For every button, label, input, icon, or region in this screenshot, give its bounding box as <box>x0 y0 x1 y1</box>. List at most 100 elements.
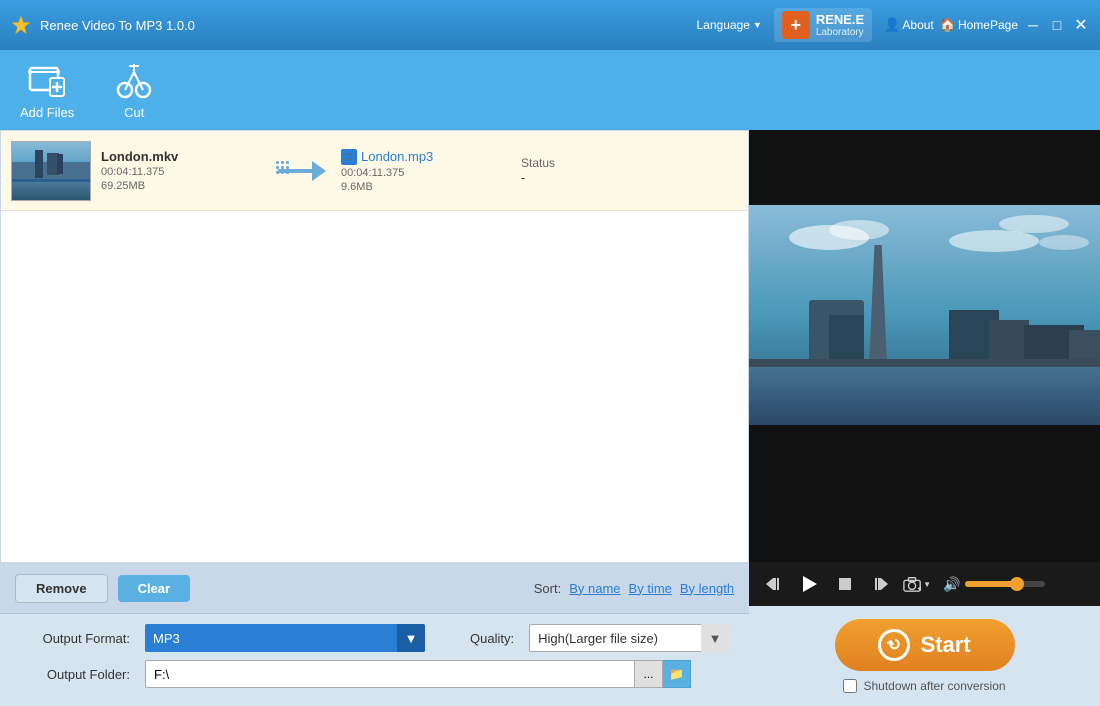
video-frame <box>749 205 1100 425</box>
output-duration: 00:04:11.375 <box>341 167 521 179</box>
renee-name-text: RENE.E <box>816 12 864 27</box>
camera-dropdown-arrow-icon: ▼ <box>923 580 931 589</box>
cut-button[interactable]: Cut <box>114 61 154 120</box>
minimize-button[interactable]: ─ <box>1024 16 1042 34</box>
close-button[interactable]: ✕ <box>1072 16 1090 34</box>
output-format-label: Output Format: <box>20 631 130 646</box>
refresh-icon: ↻ <box>878 629 910 661</box>
volume-icon: 🔊 <box>943 576 960 593</box>
video-black-bottom <box>749 425 1100 500</box>
add-files-label: Add Files <box>20 105 74 120</box>
homepage-button[interactable]: 🏠 HomePage <box>940 17 1018 33</box>
camera-button[interactable]: ▼ <box>903 570 931 598</box>
stop-button[interactable] <box>831 570 859 598</box>
sort-by-time-button[interactable]: By time <box>629 581 672 596</box>
file-thumbnail <box>11 141 91 201</box>
clear-button[interactable]: Clear <box>118 575 191 602</box>
cloud-2 <box>829 220 889 240</box>
start-area: ↻ Start Shutdown after conversion <box>749 606 1100 706</box>
about-button[interactable]: 👤 About <box>884 17 934 33</box>
output-file-info: 🎵 London.mp3 00:04:11.375 9.6MB <box>341 149 521 193</box>
status-value: - <box>521 170 738 185</box>
mp3-file-icon: 🎵 <box>341 149 357 165</box>
app-title: Renee Video To MP3 1.0.0 <box>40 18 195 33</box>
app-logo-icon <box>10 14 32 36</box>
about-person-icon: 👤 <box>884 17 900 33</box>
volume-fill <box>965 581 1017 587</box>
add-files-button[interactable]: Add Files <box>20 61 74 120</box>
format-select[interactable]: MP3 AAC OGG <box>145 624 425 652</box>
start-label: Start <box>920 632 970 658</box>
quality-select[interactable]: High(Larger file size) Medium Low(Smalle… <box>529 624 729 652</box>
file-controls-bar: Remove Clear Sort: By name By time By le… <box>0 563 749 613</box>
embankment <box>749 359 1100 367</box>
language-button[interactable]: Language ▼ <box>697 18 762 32</box>
remove-button[interactable]: Remove <box>15 574 108 603</box>
status-label: Status <box>521 156 738 170</box>
renee-logo-text: RENE.E Laboratory <box>816 12 864 38</box>
folder-input-wrapper: ... 📁 <box>145 660 691 688</box>
right-panel: ▼ 🔊 ↻ Start Shutdown after conversion <box>749 130 1100 706</box>
file-list: London.mkv 00:04:11.375 69.25MB <box>0 130 749 563</box>
language-chevron-icon: ▼ <box>753 20 762 30</box>
volume-control: 🔊 <box>943 576 1044 593</box>
shutdown-checkbox[interactable] <box>843 679 857 693</box>
skip-forward-button[interactable] <box>867 570 895 598</box>
homepage-icon: 🏠 <box>940 17 956 33</box>
video-black-top <box>749 130 1100 205</box>
shard-building <box>869 245 887 365</box>
play-icon <box>799 574 819 594</box>
language-label: Language <box>697 18 750 32</box>
building-2 <box>829 315 864 365</box>
quality-label: Quality: <box>470 631 514 646</box>
browse-folder-button[interactable]: ... <box>635 660 663 688</box>
open-folder-button[interactable]: 📁 <box>663 660 691 688</box>
maximize-button[interactable]: □ <box>1048 16 1066 34</box>
skip-back-icon <box>764 575 782 593</box>
folder-path-input[interactable] <box>145 660 635 688</box>
toolbar: Add Files Cut <box>0 50 1100 130</box>
skip-forward-icon <box>872 575 890 593</box>
format-select-wrapper: MP3 AAC OGG ▼ <box>145 624 425 652</box>
quality-select-wrapper: High(Larger file size) Medium Low(Smalle… <box>529 624 729 652</box>
source-filename: London.mkv <box>101 149 261 164</box>
play-button[interactable] <box>795 570 823 598</box>
sort-label: Sort: <box>534 581 561 596</box>
stop-icon <box>837 576 853 592</box>
skip-back-button[interactable] <box>759 570 787 598</box>
cloud-5 <box>1039 235 1089 250</box>
cloud-3 <box>949 230 1039 252</box>
volume-thumb[interactable] <box>1010 577 1024 591</box>
output-folder-label: Output Folder: <box>20 667 130 682</box>
cut-label: Cut <box>124 105 144 120</box>
source-file-info: London.mkv 00:04:11.375 69.25MB <box>101 149 261 192</box>
renee-logo-area: + RENE.E Laboratory <box>774 8 872 42</box>
titlebar: Renee Video To MP3 1.0.0 Language ▼ + RE… <box>0 0 1100 50</box>
cut-icon <box>114 61 154 101</box>
video-preview <box>749 130 1100 562</box>
water-area <box>749 360 1100 425</box>
source-size: 69.25MB <box>101 180 261 192</box>
volume-track[interactable] <box>965 581 1045 587</box>
file-status-area: Status - <box>521 156 738 185</box>
add-files-icon <box>27 61 67 101</box>
sort-by-length-button[interactable]: By length <box>680 581 734 596</box>
output-filename: 🎵 London.mp3 <box>341 149 521 165</box>
output-folder-row: Output Folder: ... 📁 <box>20 660 729 688</box>
titlebar-right: Language ▼ + RENE.E Laboratory 👤 About 🏠… <box>697 8 1091 42</box>
folder-open-icon: 📁 <box>669 667 684 681</box>
table-row[interactable]: London.mkv 00:04:11.375 69.25MB <box>1 131 748 211</box>
start-button[interactable]: ↻ Start <box>835 619 1015 671</box>
source-duration: 00:04:11.375 <box>101 166 261 178</box>
shutdown-row: Shutdown after conversion <box>843 679 1005 693</box>
output-format-row: Output Format: MP3 AAC OGG ▼ Quality: Hi… <box>20 624 729 652</box>
video-controls-bar: ▼ 🔊 <box>749 562 1100 606</box>
sort-area: Sort: By name By time By length <box>534 581 734 596</box>
output-size: 9.6MB <box>341 181 521 193</box>
titlebar-left: Renee Video To MP3 1.0.0 <box>10 14 195 36</box>
sort-by-name-button[interactable]: By name <box>569 581 620 596</box>
convert-arrow <box>261 159 341 183</box>
cloud-4 <box>999 215 1069 233</box>
left-panel: London.mkv 00:04:11.375 69.25MB <box>0 130 749 706</box>
camera-icon <box>903 575 921 593</box>
